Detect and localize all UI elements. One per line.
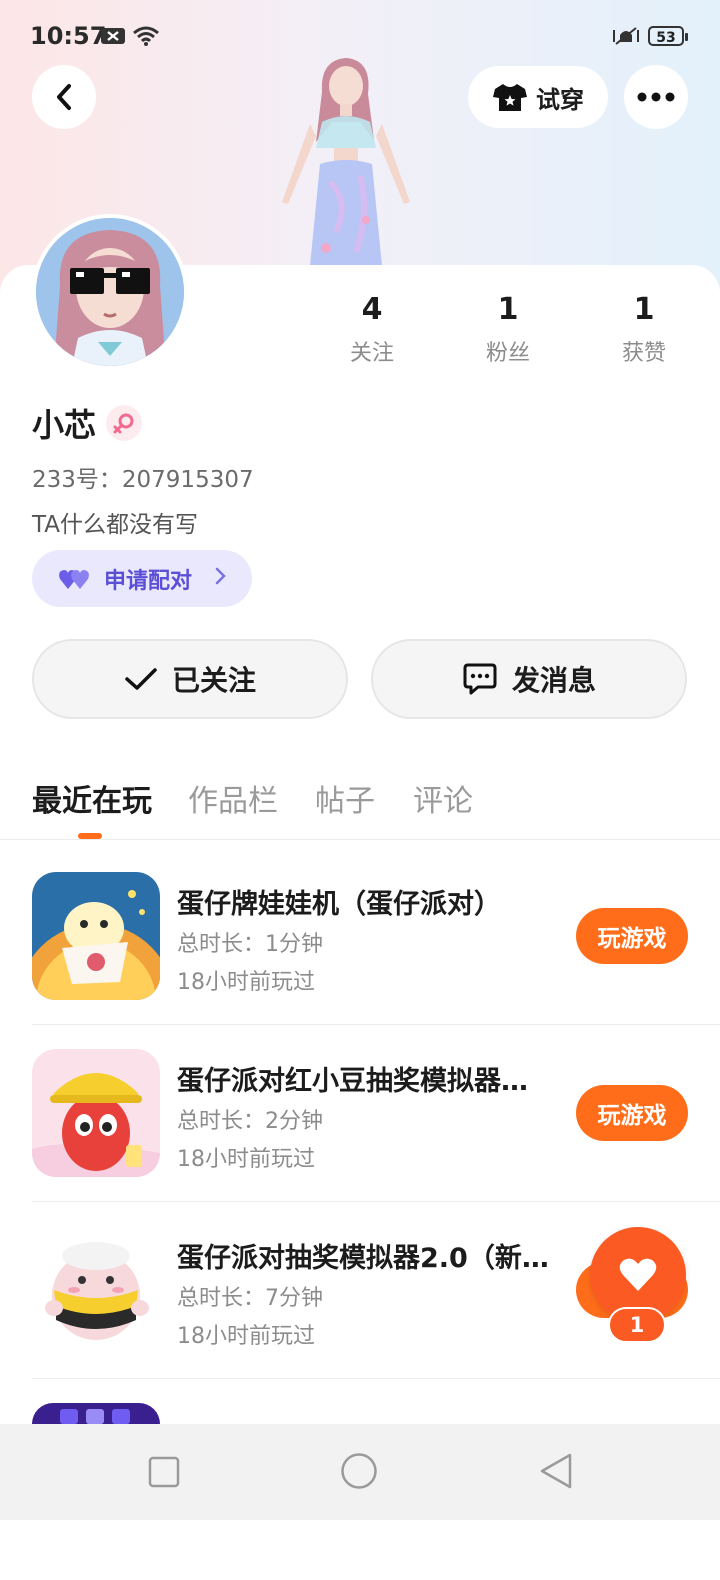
game-icon-lottery-simulator	[32, 1226, 160, 1354]
tab-posts[interactable]: 帖子	[315, 776, 375, 820]
game-icon-red-bean-lottery	[32, 1049, 160, 1177]
game-title: 蛋仔牌娃娃机（蛋仔派对）	[177, 889, 501, 920]
battery-indicator: 53	[648, 26, 688, 46]
double-heart-icon	[59, 569, 89, 589]
wifi-icon	[133, 26, 159, 46]
game-title: 蛋仔派对抽奖模拟器2.0（新…	[177, 1243, 549, 1274]
stat-likes-count: 1	[633, 292, 655, 327]
notification-icon	[101, 28, 125, 44]
tshirt-icon	[493, 84, 527, 111]
more-options-button[interactable]	[624, 65, 688, 129]
request-pair-label: 申请配对	[104, 568, 193, 594]
list-divider	[32, 1201, 720, 1202]
female-gender-icon	[106, 405, 142, 441]
game-icon-eggy-claw-machine	[32, 872, 160, 1000]
game-last-played: 18小时前玩过	[177, 1324, 315, 1349]
followed-label: 已关注	[171, 664, 256, 697]
tab-divider	[0, 839, 720, 840]
stat-likes[interactable]: 1 获赞	[584, 292, 704, 367]
play-game-button[interactable]: 玩游戏	[576, 908, 688, 964]
followed-button[interactable]: 已关注	[32, 639, 348, 719]
send-message-button[interactable]: 发消息	[371, 639, 687, 719]
tab-works[interactable]: 作品栏	[188, 776, 278, 820]
more-dots-icon	[637, 92, 675, 102]
game-last-played: 18小时前玩过	[177, 1147, 315, 1172]
game-title: 蛋仔派对红小豆抽奖模拟器…	[177, 1066, 528, 1097]
list-item-game[interactable]: 蛋仔牌娃娃机（蛋仔派对） 总时长：1分钟 18小时前玩过 玩游戏	[32, 872, 720, 1049]
stat-followers-label: 粉丝	[485, 341, 530, 366]
game-duration: 总时长：7分钟	[177, 1286, 323, 1311]
avatar-image	[36, 218, 184, 366]
system-navigation-bar	[0, 1424, 720, 1520]
play-game-button[interactable]: 玩游戏	[576, 1085, 688, 1141]
stat-following[interactable]: 4 关注	[312, 292, 432, 367]
heart-icon	[619, 1258, 657, 1291]
stat-following-label: 关注	[349, 341, 394, 366]
game-icon-partial	[32, 1403, 160, 1424]
avatar[interactable]	[32, 214, 188, 370]
like-count-badge: 1	[608, 1307, 666, 1343]
home-icon[interactable]	[340, 1452, 378, 1490]
profile-bio: TA什么都没有写	[32, 512, 198, 538]
checkmark-icon	[125, 668, 157, 690]
tab-comments[interactable]: 评论	[413, 776, 473, 820]
list-item-game[interactable]: 蛋仔派对红小豆抽奖模拟器… 总时长：2分钟 18小时前玩过 玩游戏	[32, 1049, 720, 1226]
tab-recently-played[interactable]: 最近在玩	[32, 776, 152, 820]
back-triangle-icon[interactable]	[538, 1452, 574, 1490]
back-button[interactable]	[32, 65, 96, 129]
game-duration: 总时长：2分钟	[177, 1109, 323, 1134]
stat-following-count: 4	[361, 292, 383, 327]
request-pair-button[interactable]: 申请配对	[32, 550, 252, 607]
list-divider	[32, 1024, 720, 1025]
profile-name: 小芯	[32, 406, 97, 444]
stat-likes-label: 获赞	[621, 341, 666, 366]
vibrate-icon	[613, 27, 639, 45]
recent-apps-icon[interactable]	[148, 1456, 180, 1488]
try-on-label: 试穿	[536, 85, 584, 114]
avatar-figure-image	[282, 58, 410, 266]
list-divider	[32, 1378, 720, 1379]
status-time: 10:57	[30, 22, 107, 50]
chevron-right-icon	[214, 566, 226, 591]
try-on-button[interactable]: 试穿	[468, 66, 608, 128]
send-message-label: 发消息	[511, 664, 596, 697]
stat-followers[interactable]: 1 粉丝	[448, 292, 568, 367]
chat-bubble-icon	[463, 663, 497, 695]
chevron-left-icon	[57, 84, 71, 110]
game-duration: 总时长：1分钟	[177, 932, 323, 957]
game-last-played: 18小时前玩过	[177, 970, 315, 995]
user-id: 233号：207915307	[32, 467, 254, 493]
stat-followers-count: 1	[497, 292, 519, 327]
